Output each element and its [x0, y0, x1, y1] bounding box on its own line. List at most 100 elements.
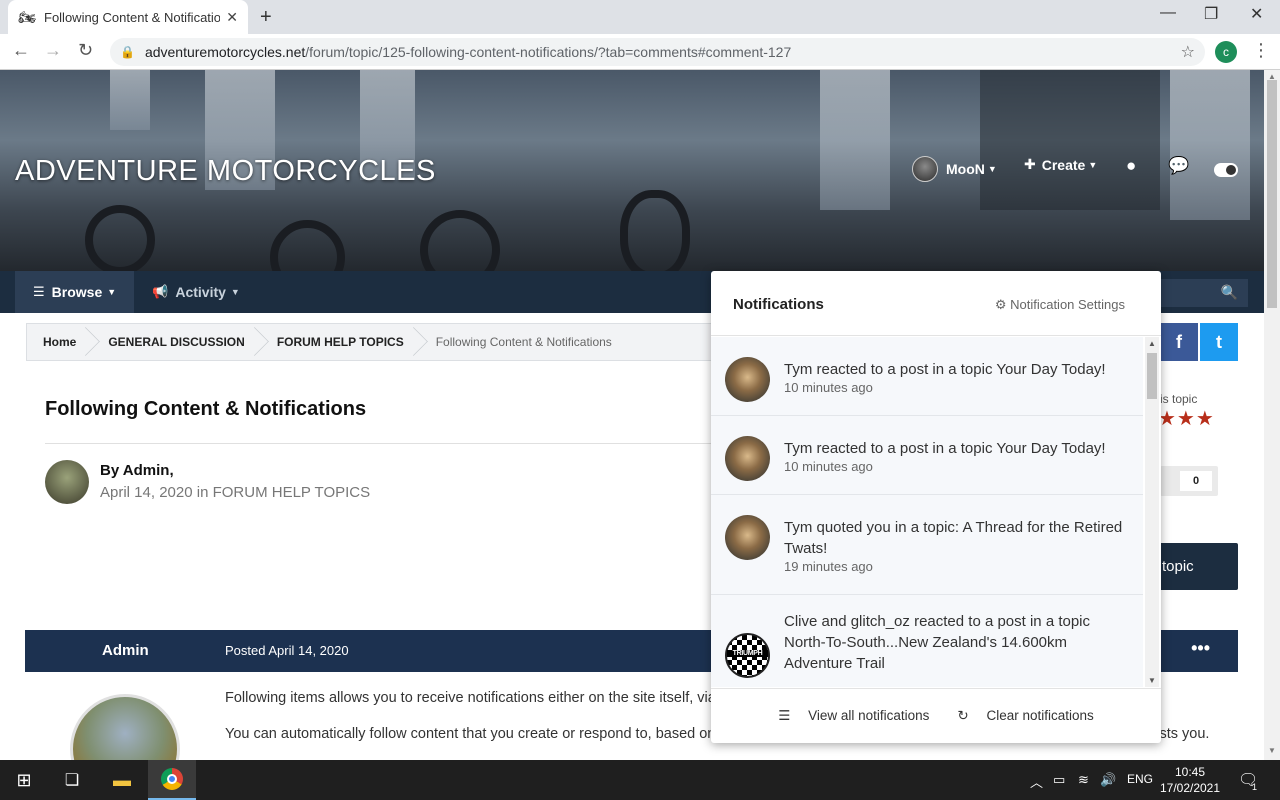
reload-icon[interactable]: ↻: [78, 40, 93, 61]
volume-icon[interactable]: 🔊: [1100, 772, 1116, 788]
view-all-label: View all notifications: [808, 708, 930, 723]
create-label: Create: [1041, 156, 1086, 173]
close-window-button[interactable]: ✕: [1250, 4, 1263, 24]
reply-topic-button[interactable]: topic: [1158, 543, 1238, 590]
minimize-button[interactable]: —: [1160, 4, 1176, 22]
notification-settings-link[interactable]: ⚙ Notification Settings: [995, 297, 1125, 313]
url-path: /forum/topic/125-following-content-notif…: [305, 44, 792, 60]
triumph-logo-text: TRIUMPH: [727, 650, 768, 657]
post-options-icon[interactable]: •••: [1191, 638, 1210, 659]
language-indicator[interactable]: ENG: [1127, 772, 1153, 786]
megaphone-icon: 📢: [152, 284, 169, 299]
notification-item[interactable]: Tym quoted you in a topic: A Thread for …: [711, 495, 1143, 595]
user-avatar: [912, 156, 938, 182]
url-host: adventuremotorcycles.net: [144, 44, 306, 60]
address-bar[interactable]: 🔒 adventuremotorcycles.net/forum/topic/1…: [110, 38, 1205, 66]
notification-message: Tym reacted to a post in a topic Your Da…: [784, 440, 1106, 457]
notification-item[interactable]: Tym reacted to a post in a topic Your Da…: [711, 416, 1143, 495]
new-tab-button[interactable]: +: [260, 6, 272, 29]
back-icon[interactable]: ←: [12, 40, 30, 61]
list-icon: ☰: [33, 284, 45, 299]
notification-settings-label: Notification Settings: [1010, 297, 1125, 312]
topic-author[interactable]: By Admin,: [100, 462, 174, 479]
windows-start-icon[interactable]: ⊞: [0, 760, 48, 800]
notification-message: Clive and glitch_oz reacted to a post in…: [784, 613, 1091, 672]
twitter-share-button[interactable]: t: [1200, 323, 1238, 361]
clear-label: Clear notifications: [986, 708, 1094, 723]
notification-item[interactable]: Tym reacted to a post in a topic Your Da…: [711, 337, 1143, 416]
rating-label: is topic: [1160, 392, 1198, 406]
divider: [45, 443, 725, 444]
scroll-down-icon[interactable]: ▼: [1268, 746, 1276, 755]
motorcycle-favicon-icon: 🏍: [18, 9, 36, 25]
browser-menu-icon[interactable]: ⋮: [1252, 40, 1270, 61]
user-name: MooN: [946, 161, 985, 177]
search-input[interactable]: 🔍: [1150, 279, 1248, 307]
tab-title: Following Content & Notifications: [44, 9, 220, 25]
breadcrumb: Home GENERAL DISCUSSION FORUM HELP TOPIC…: [26, 323, 726, 361]
notifications-dropdown: Notifications ⚙ Notification Settings Ty…: [711, 271, 1161, 743]
notification-item[interactable]: TRIUMPH Clive and glitch_oz reacted to a…: [711, 595, 1143, 687]
scroll-up-icon[interactable]: ▲: [1148, 339, 1156, 348]
browser-tab[interactable]: 🏍 Following Content & Notifications ✕: [8, 0, 248, 34]
breadcrumb-home[interactable]: Home: [27, 323, 92, 361]
globe-icon[interactable]: ●: [1126, 156, 1136, 176]
breadcrumb-general-discussion[interactable]: GENERAL DISCUSSION: [92, 323, 260, 361]
notification-time: 19 minutes ago: [784, 559, 873, 574]
view-all-notifications-link[interactable]: ☰ View all notifications: [771, 708, 936, 724]
notification-message: Tym quoted you in a topic: A Thread for …: [784, 519, 1123, 557]
restore-button[interactable]: ❐: [1204, 4, 1218, 24]
lock-icon: 🔒: [120, 45, 135, 59]
breadcrumb-forum-help-topics[interactable]: FORUM HELP TOPICS: [261, 323, 420, 361]
rating-stars[interactable]: ★★★: [1158, 406, 1215, 431]
notification-avatar: [725, 515, 770, 560]
file-explorer-icon[interactable]: ▬: [98, 760, 146, 800]
battery-icon[interactable]: ▭: [1053, 772, 1065, 788]
refresh-icon: ↻: [957, 708, 969, 723]
author-avatar[interactable]: [45, 460, 89, 504]
notification-time: 10 minutes ago: [784, 380, 873, 395]
forward-icon[interactable]: →: [44, 40, 62, 61]
create-menu[interactable]: ✚ Create ▼: [1024, 156, 1097, 173]
theme-toggle[interactable]: [1214, 163, 1238, 177]
chat-bubbles-icon[interactable]: 💬: [1168, 156, 1189, 176]
topic-category-link[interactable]: FORUM HELP TOPICS: [213, 484, 371, 501]
notifications-scrollbar[interactable]: ▲ ▼: [1145, 337, 1159, 687]
search-icon[interactable]: 🔍: [1221, 284, 1238, 301]
reputation-box: 0: [1160, 466, 1218, 496]
scroll-thumb[interactable]: [1147, 353, 1157, 399]
wifi-icon[interactable]: ≋: [1078, 772, 1089, 788]
scroll-down-icon[interactable]: ▼: [1148, 676, 1156, 685]
site-title[interactable]: ADVENTURE MOTORCYCLES: [15, 155, 436, 188]
post-author[interactable]: Admin: [102, 642, 149, 659]
bookmark-star-icon[interactable]: ☆: [1181, 42, 1195, 62]
chevron-down-icon: ▼: [230, 287, 240, 297]
nav-activity[interactable]: 📢 Activity ▼: [134, 271, 258, 313]
task-view-icon[interactable]: ❏: [48, 760, 96, 800]
chevron-down-icon: ▼: [107, 287, 117, 297]
notifications-list: Tym reacted to a post in a topic Your Da…: [711, 337, 1143, 687]
facebook-share-button[interactable]: f: [1160, 323, 1198, 361]
clear-notifications-link[interactable]: ↻ Clear notifications: [950, 708, 1100, 724]
post-date[interactable]: Posted April 14, 2020: [225, 643, 349, 658]
profile-avatar[interactable]: c: [1215, 41, 1237, 63]
chrome-taskbar-button[interactable]: [148, 760, 196, 800]
chrome-icon: [161, 768, 183, 790]
notifications-title: Notifications: [733, 296, 824, 313]
breadcrumb-current: Following Content & Notifications: [435, 335, 612, 349]
browser-toolbar: ← → ↻ 🔒 adventuremotorcycles.net/forum/t…: [0, 34, 1280, 70]
topic-date: April 14, 2020 in FORUM HELP TOPICS: [100, 484, 370, 501]
taskbar-clock[interactable]: 10:45 17/02/2021: [1158, 764, 1222, 796]
tab-close-icon[interactable]: ✕: [226, 9, 238, 26]
site-header-banner: ADVENTURE MOTORCYCLES MooN ▼ ✚ Create ▼ …: [0, 70, 1264, 271]
chevron-down-icon: ▼: [1088, 159, 1098, 170]
chevron-up-icon[interactable]: ︿: [1030, 772, 1043, 791]
post-author-avatar[interactable]: [70, 694, 180, 760]
page-scrollbar[interactable]: ▲ ▼: [1264, 70, 1280, 760]
nav-browse-label: Browse: [51, 284, 103, 300]
user-menu[interactable]: MooN ▼: [912, 156, 997, 182]
nav-browse[interactable]: ☰ Browse ▼: [15, 271, 135, 313]
page-scroll-thumb[interactable]: [1267, 80, 1277, 308]
gear-icon: ⚙: [994, 297, 1007, 312]
notification-avatar: [725, 357, 770, 402]
